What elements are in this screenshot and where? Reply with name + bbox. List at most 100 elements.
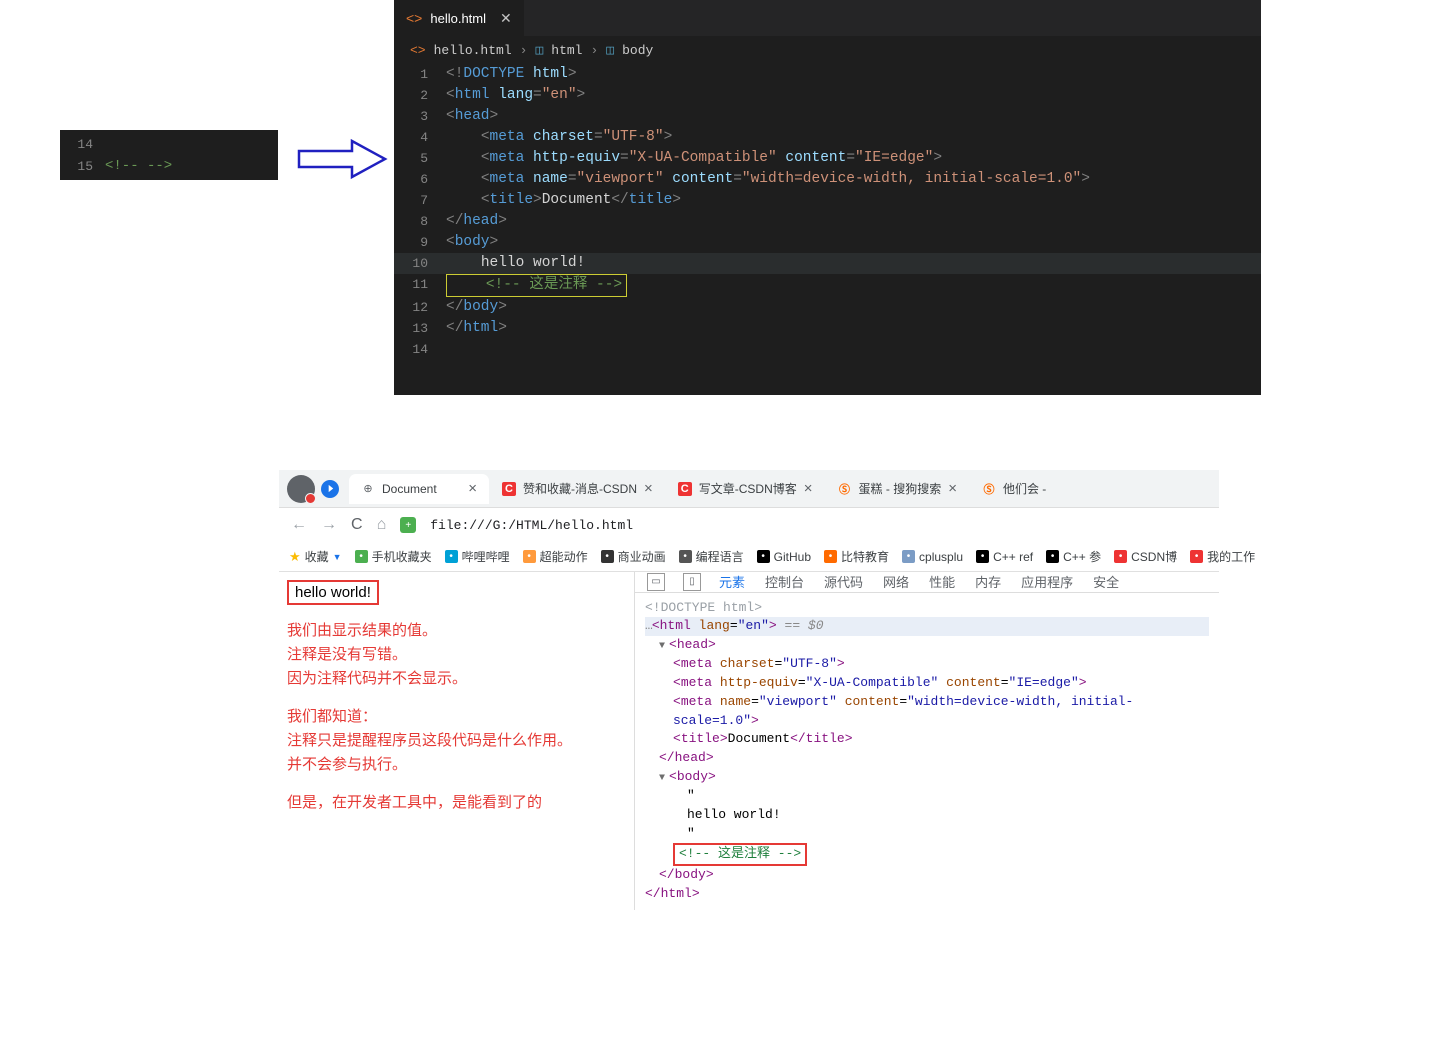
bookmark-item[interactable]: •我的工作 [1190,548,1255,565]
line-number: 6 [394,169,446,190]
bookmark-label: 编程语言 [696,548,744,565]
dom-tree-line[interactable]: <title>Document</title> [645,730,1209,749]
notification-dot-icon [305,493,316,504]
sogou-icon: Ⓢ [838,482,852,496]
close-icon[interactable]: × [948,480,957,497]
code-area[interactable]: 1<!DOCTYPE html>2<html lang="en">3<head>… [394,64,1261,360]
bookmark-icon: • [757,550,770,563]
star-icon: ★ [289,549,301,565]
devtools-tabs: ▭ ▯ 元素控制台源代码网络性能内存应用程序安全 [635,572,1219,593]
browser-toolbar: ← → C ⌂ + file:///G:/HTML/hello.html [279,508,1219,542]
tab-title: 赞和收藏-消息-CSDN [523,480,637,497]
bookmark-icon: • [1114,550,1127,563]
bookmark-item[interactable]: •GitHub [757,548,811,565]
devtools-tab[interactable]: 性能 [929,572,955,591]
tab-title: 蛋糕 - 搜狗搜索 [859,480,942,497]
devtools-tab[interactable]: 控制台 [765,572,804,591]
elements-tree[interactable]: <!DOCTYPE html>…<html lang="en"> == $0▼<… [635,593,1219,911]
dom-tree-line[interactable]: </body> [645,866,1209,885]
bookmark-icon: • [523,550,536,563]
dom-tree-line[interactable]: hello world! [645,806,1209,825]
bookmark-item[interactable]: •手机收藏夹 [355,548,432,565]
close-icon[interactable]: × [804,480,813,497]
bookmark-item[interactable]: •比特教育 [824,548,889,565]
bookmark-item[interactable]: •CSDN博 [1114,548,1177,565]
bookmark-label: 哔哩哔哩 [462,548,510,565]
dom-tree-line[interactable]: …<html lang="en"> == $0 [645,617,1209,636]
dom-tree-line[interactable]: ▼<body> [645,768,1209,787]
dom-tree-line[interactable]: </html> [645,885,1209,904]
line-number: 12 [394,297,446,318]
bookmark-item[interactable]: •超能动作 [523,548,588,565]
bookmark-label: cplusplu [919,550,963,564]
tab-title: 他们会 - [1003,480,1046,497]
back-button[interactable]: ← [291,516,307,534]
browser-tab[interactable]: ⊕Document× [349,474,489,504]
forward-button[interactable]: → [321,516,337,534]
browser-tab[interactable]: Ⓢ 蛋糕 - 搜狗搜索 × [826,474,969,504]
dom-tree-line[interactable]: " [645,787,1209,806]
dom-tree-line[interactable]: <!-- 这是注释 --> [645,843,1209,866]
close-icon[interactable]: × [644,480,653,497]
dom-tree-line[interactable]: <meta name="viewport" content="width=dev… [645,693,1209,731]
vscode-tabbar: <> hello.html ✕ [394,0,1261,36]
line-number: 14 [60,137,105,152]
code-text: </body> [446,297,1261,318]
line-number: 8 [394,211,446,232]
browser-tab[interactable]: C写文章-CSDN博客× [666,474,825,504]
bookmark-icon: • [976,550,989,563]
reload-button[interactable]: C [351,516,363,534]
line-number: 9 [394,232,446,253]
devtools-tab[interactable]: 网络 [883,572,909,591]
code-text: <!-- --> [105,158,278,174]
dom-tree-line[interactable]: </head> [645,749,1209,768]
tab-title: Document [382,482,461,496]
inspect-icon[interactable]: ▭ [647,573,665,591]
browser-tab[interactable]: Ⓢ他们会 - [970,474,1058,504]
bookmark-item[interactable]: •cplusplu [902,548,963,565]
breadcrumb[interactable]: <> hello.html › ◫ html › ◫ body [394,36,1261,64]
device-icon[interactable]: ▯ [683,573,701,591]
chevron-right-icon: › [590,43,598,58]
devtools-panel: ▭ ▯ 元素控制台源代码网络性能内存应用程序安全 <!DOCTYPE html>… [634,572,1219,910]
profile-avatar[interactable] [287,475,315,503]
devtools-tab[interactable]: 内存 [975,572,1001,591]
browser-tabstrip: ⊕Document×C赞和收藏-消息-CSDN×C写文章-CSDN博客×Ⓢ蛋糕 … [279,470,1219,508]
dom-tree-line[interactable]: <meta charset="UTF-8"> [645,655,1209,674]
url-bar[interactable]: file:///G:/HTML/hello.html [430,518,633,533]
line-number: 7 [394,190,446,211]
breadcrumb-node: html [551,43,582,58]
bookmark-item[interactable]: •商业动画 [601,548,666,565]
code-text: <!-- 这是注释 --> [446,274,1261,297]
devtools-tab[interactable]: 应用程序 [1021,572,1073,591]
breadcrumb-file: hello.html [434,43,512,58]
dom-tree-line[interactable]: " [645,825,1209,844]
bookmark-item[interactable]: •哔哩哔哩 [445,548,510,565]
page-output-highlight: hello world! [287,580,379,605]
line-number: 1 [394,64,446,85]
dom-tree-line[interactable]: ▼<head> [645,636,1209,655]
close-icon[interactable]: × [468,480,477,497]
bookmark-item[interactable]: •C++ 参 [1046,548,1101,565]
bookmark-item[interactable]: •编程语言 [679,548,744,565]
dom-tree-line[interactable]: <!DOCTYPE html> [645,599,1209,618]
bookmarks-menu[interactable]: ★收藏 ▼ [289,548,342,565]
close-icon[interactable]: ✕ [500,10,512,27]
editor-tab[interactable]: <> hello.html ✕ [394,0,524,36]
devtools-tab[interactable]: 安全 [1093,572,1119,591]
line-number: 5 [394,148,446,169]
secure-icon[interactable]: + [400,517,416,533]
bookmark-item[interactable]: •C++ ref [976,548,1033,565]
devtools-tab[interactable]: 源代码 [824,572,863,591]
line-number: 10 [394,253,446,274]
bookmark-icon: • [601,550,614,563]
code-snippet: 1415<!-- --> [60,130,278,180]
browser-tab[interactable]: C赞和收藏-消息-CSDN× [490,474,665,504]
home-button[interactable]: ⌂ [377,516,387,534]
tab-filename: hello.html [430,11,486,26]
nav-indicator-icon[interactable] [321,480,339,498]
code-text: <head> [446,106,1261,127]
bookmark-icon: • [1046,550,1059,563]
chevron-right-icon: › [520,43,528,58]
dom-tree-line[interactable]: <meta http-equiv="X-UA-Compatible" conte… [645,674,1209,693]
